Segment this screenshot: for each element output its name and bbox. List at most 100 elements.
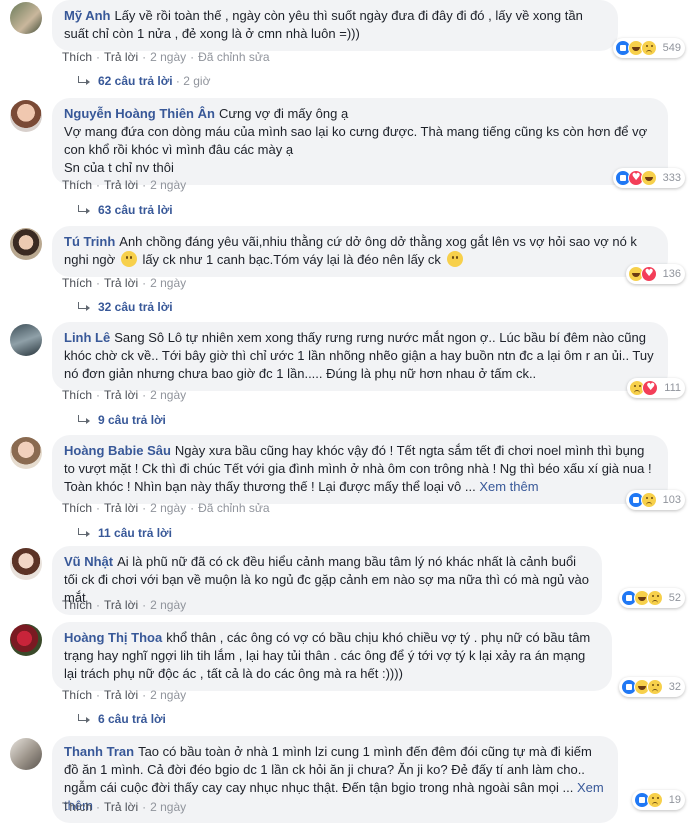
reaction-count: 103 bbox=[662, 494, 681, 506]
comment-time[interactable]: 2 ngày bbox=[150, 800, 186, 814]
reaction-summary[interactable]: 333 bbox=[612, 168, 685, 188]
reaction-summary[interactable]: 549 bbox=[612, 38, 685, 58]
reply-arrow-icon bbox=[78, 302, 90, 312]
reaction-summary[interactable]: 52 bbox=[618, 588, 685, 608]
comment-text: Sang Sô Lô tự nhiên xem xong thấy rưng r… bbox=[64, 330, 654, 381]
comment-actions: Thích · Trả lời · 2 ngày · Đã chỉnh sửa bbox=[62, 501, 270, 515]
avatar[interactable] bbox=[10, 738, 42, 770]
comment-author[interactable]: Mỹ Anh bbox=[64, 8, 110, 23]
love-reaction-icon bbox=[642, 380, 659, 396]
comment-author[interactable]: Vũ Nhật bbox=[64, 554, 113, 569]
reply-link[interactable]: Trả lời bbox=[104, 501, 138, 515]
reaction-count: 32 bbox=[668, 681, 681, 693]
reply-link[interactable]: Trả lời bbox=[104, 388, 138, 402]
replies-count[interactable]: 6 câu trả lời bbox=[98, 712, 166, 726]
reply-link[interactable]: Trả lời bbox=[104, 688, 138, 702]
view-replies-link[interactable]: 32 câu trả lời bbox=[78, 300, 173, 314]
sad-reaction-icon bbox=[640, 40, 657, 56]
comment-bubble: Tú Trinh Anh chồng đáng yêu vãi,nhiu thằn… bbox=[52, 226, 668, 277]
comment-bubble: Hoàng Babie Sâu Ngày xưa bầu cũng hay khó… bbox=[52, 435, 668, 504]
like-link[interactable]: Thích bbox=[62, 688, 92, 702]
reaction-count: 19 bbox=[668, 794, 681, 806]
replies-time: 2 giờ bbox=[183, 74, 211, 88]
like-link[interactable]: Thích bbox=[62, 388, 92, 402]
edited-label[interactable]: Đã chỉnh sửa bbox=[198, 50, 269, 64]
comment-actions: Thích · Trả lời · 2 ngày bbox=[62, 598, 187, 612]
avatar[interactable] bbox=[10, 324, 42, 356]
comment-time[interactable]: 2 ngày bbox=[150, 388, 186, 402]
view-replies-link[interactable]: 62 câu trả lời · 2 giờ bbox=[78, 74, 210, 88]
sad-reaction-icon bbox=[646, 590, 663, 606]
like-link[interactable]: Thích bbox=[62, 178, 92, 192]
reaction-count: 52 bbox=[668, 592, 681, 604]
comment-text: Tao có bầu toàn ở nhà 1 mình lzi cung 1 … bbox=[64, 744, 592, 795]
like-link[interactable]: Thích bbox=[62, 800, 92, 814]
see-more-link[interactable]: Xem thêm bbox=[479, 479, 538, 494]
sad-reaction-icon bbox=[646, 792, 663, 808]
like-link[interactable]: Thích bbox=[62, 598, 92, 612]
reply-link[interactable]: Trả lời bbox=[104, 178, 138, 192]
comment-author[interactable]: Nguyễn Hoàng Thiên Ân bbox=[64, 106, 215, 121]
comment-author[interactable]: Linh Lê bbox=[64, 330, 110, 345]
reaction-summary[interactable]: 19 bbox=[631, 790, 685, 810]
comment-time[interactable]: 2 ngày bbox=[150, 598, 186, 612]
reply-arrow-icon bbox=[78, 205, 90, 215]
comment-text: Lấy về rồi toàn thế , ngày còn yêu thì s… bbox=[64, 8, 583, 41]
reaction-summary[interactable]: 32 bbox=[618, 677, 685, 697]
avatar[interactable] bbox=[10, 100, 42, 132]
replies-count[interactable]: 11 câu trả lời bbox=[98, 526, 172, 540]
sad-reaction-icon bbox=[646, 679, 663, 695]
comment-bubble: Nguyễn Hoàng Thiên Ân Cưng vợ đi mấy ông … bbox=[52, 98, 668, 185]
like-link[interactable]: Thích bbox=[62, 276, 92, 290]
reply-arrow-icon bbox=[78, 76, 90, 86]
reply-link[interactable]: Trả lời bbox=[104, 50, 138, 64]
comment-text: Cưng vợ đi mấy ông ạ bbox=[218, 106, 349, 121]
comment-actions: Thích · Trả lời · 2 ngày bbox=[62, 276, 187, 290]
view-replies-link[interactable]: 63 câu trả lời bbox=[78, 203, 173, 217]
comment-author[interactable]: Thanh Tran bbox=[64, 744, 134, 759]
view-replies-link[interactable]: 11 câu trả lời bbox=[78, 526, 172, 540]
reply-link[interactable]: Trả lời bbox=[104, 800, 138, 814]
replies-count[interactable]: 62 câu trả lời bbox=[98, 74, 173, 88]
reply-link[interactable]: Trả lời bbox=[104, 276, 138, 290]
avatar[interactable] bbox=[10, 228, 42, 260]
comment-bubble: Hoàng Thị Thoa khổ thân , các ông có vợ c… bbox=[52, 622, 612, 691]
replies-count[interactable]: 32 câu trả lời bbox=[98, 300, 173, 314]
view-replies-link[interactable]: 9 câu trả lời bbox=[78, 413, 166, 427]
comment-bubble: Mỹ Anh Lấy về rồi toàn thế , ngày còn yêu… bbox=[52, 0, 618, 51]
like-link[interactable]: Thích bbox=[62, 501, 92, 515]
comment-text: Vợ mang đứa con dòng máu của mình sao lạ… bbox=[64, 124, 648, 157]
reaction-count: 333 bbox=[662, 172, 681, 184]
reaction-summary[interactable]: 136 bbox=[625, 264, 685, 284]
comment-time[interactable]: 2 ngày bbox=[150, 276, 186, 290]
comment-time[interactable]: 2 ngày bbox=[150, 688, 186, 702]
smile-emoji-icon bbox=[446, 251, 463, 267]
comment-time[interactable]: 2 ngày bbox=[150, 178, 186, 192]
reaction-count: 549 bbox=[662, 42, 681, 54]
reaction-summary[interactable]: 111 bbox=[627, 378, 685, 398]
comment-actions: Thích · Trả lời · 2 ngày bbox=[62, 688, 187, 702]
haha-reaction-icon bbox=[640, 170, 657, 186]
avatar[interactable] bbox=[10, 437, 42, 469]
edited-label[interactable]: Đã chỉnh sửa bbox=[198, 501, 269, 515]
comment-author[interactable]: Tú Trinh bbox=[64, 234, 115, 249]
avatar[interactable] bbox=[10, 548, 42, 580]
avatar[interactable] bbox=[10, 2, 42, 34]
comment-actions: Thích · Trả lời · 2 ngày · Đã chỉnh sửa bbox=[62, 50, 270, 64]
reply-link[interactable]: Trả lời bbox=[104, 598, 138, 612]
replies-count[interactable]: 9 câu trả lời bbox=[98, 413, 166, 427]
reply-arrow-icon bbox=[78, 714, 90, 724]
comment-actions: Thích · Trả lời · 2 ngày bbox=[62, 388, 187, 402]
view-replies-link[interactable]: 6 câu trả lời bbox=[78, 712, 166, 726]
like-link[interactable]: Thích bbox=[62, 50, 92, 64]
sad-reaction-icon bbox=[640, 492, 657, 508]
replies-count[interactable]: 63 câu trả lời bbox=[98, 203, 173, 217]
comment-time[interactable]: 2 ngày bbox=[150, 501, 186, 515]
reaction-count: 136 bbox=[662, 268, 681, 280]
comment-author[interactable]: Hoàng Babie Sâu bbox=[64, 443, 171, 458]
comment-author[interactable]: Hoàng Thị Thoa bbox=[64, 630, 162, 645]
comment-time[interactable]: 2 ngày bbox=[150, 50, 186, 64]
avatar[interactable] bbox=[10, 624, 42, 656]
reaction-summary[interactable]: 103 bbox=[625, 490, 685, 510]
love-reaction-icon bbox=[640, 266, 657, 282]
